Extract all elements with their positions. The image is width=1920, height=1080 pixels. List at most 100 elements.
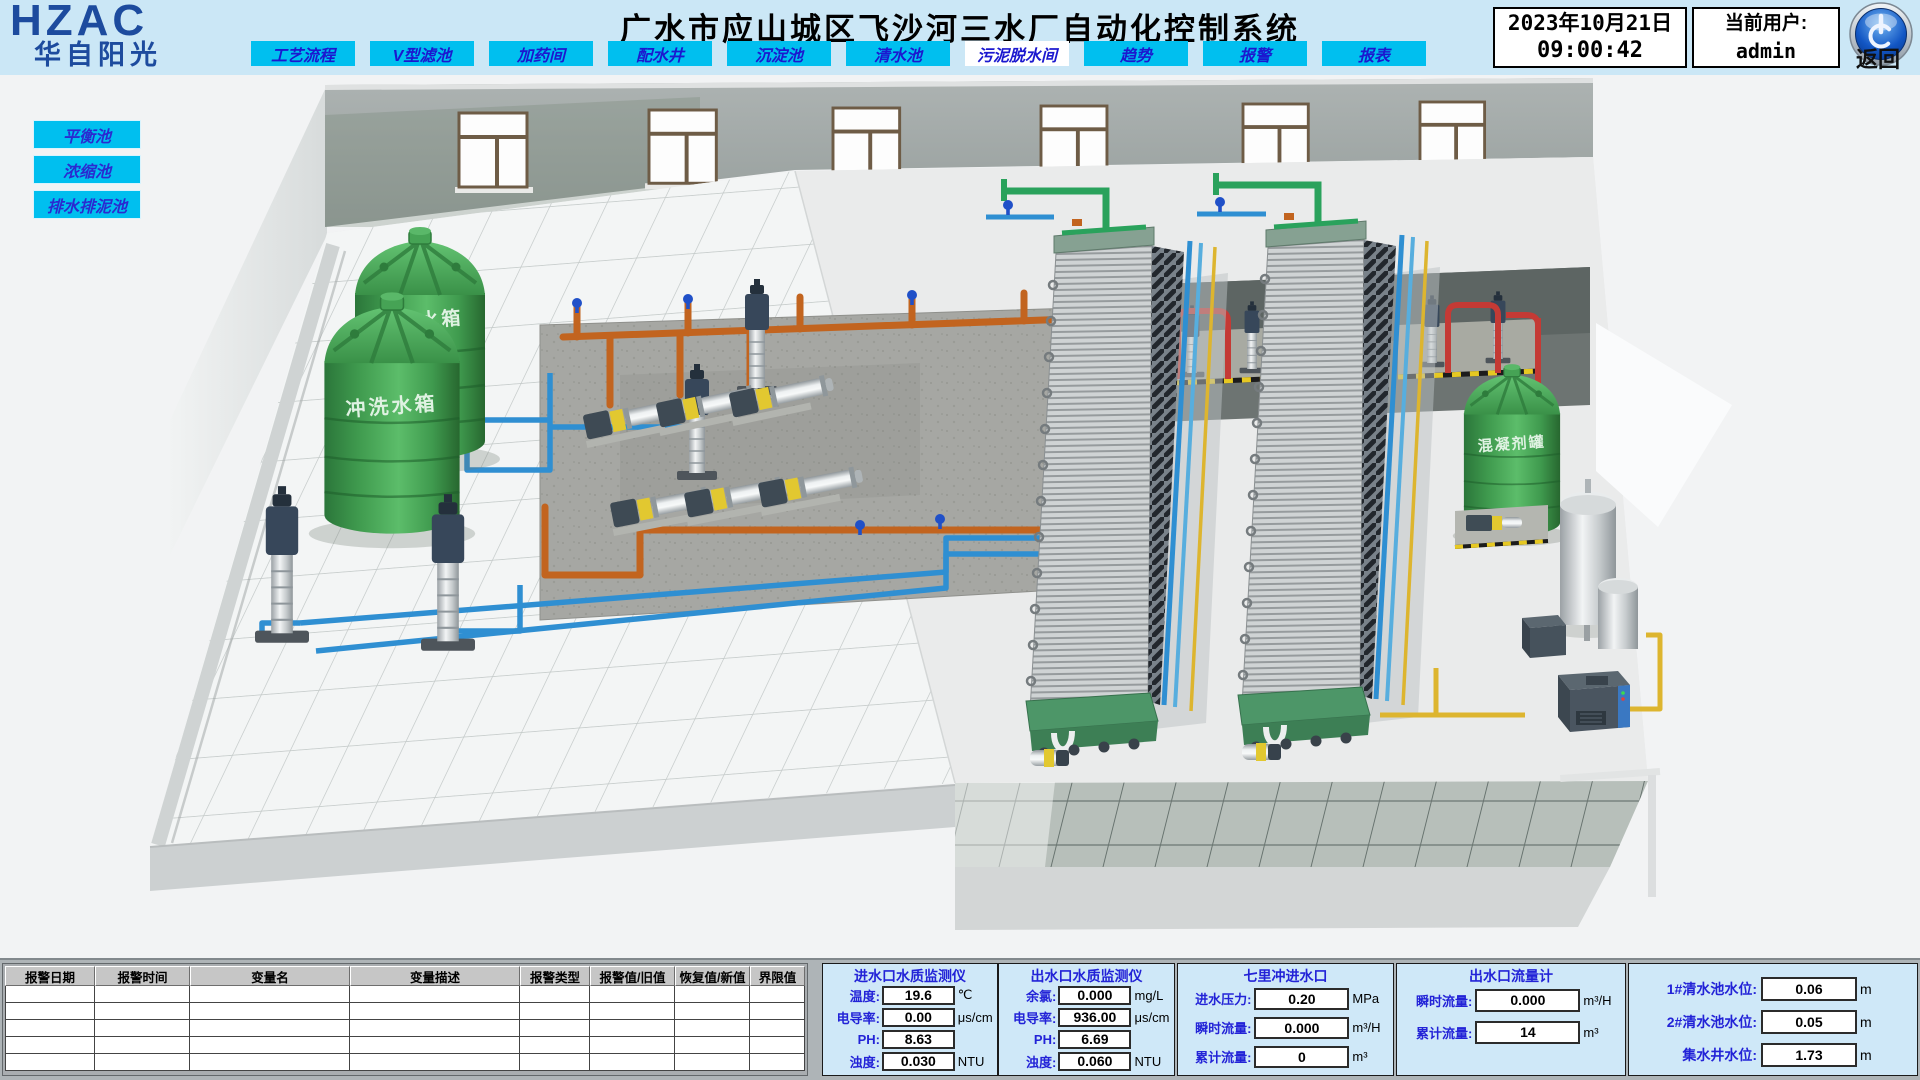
tab-trend[interactable]: 趋势 bbox=[1084, 41, 1188, 66]
alarm-cell bbox=[95, 1054, 190, 1071]
alarm-cell bbox=[590, 1037, 675, 1054]
alarm-cell bbox=[675, 1003, 750, 1020]
field-label: PH: bbox=[857, 1031, 880, 1047]
alarm-cell bbox=[590, 1020, 675, 1037]
current-user-box: 当前用户: admin bbox=[1692, 7, 1840, 68]
unit-label: NTU bbox=[1134, 1053, 1162, 1069]
value-readout: 0.060 bbox=[1058, 1051, 1132, 1071]
value-readout: 8.63 bbox=[881, 1029, 955, 1049]
alarm-cell bbox=[5, 1020, 95, 1037]
alarm-cell bbox=[675, 1020, 750, 1037]
alarm-cell bbox=[750, 1003, 805, 1020]
value-readout: 0 bbox=[1254, 1045, 1350, 1068]
alarm-col-type: 报警类型 bbox=[520, 966, 590, 986]
alarm-cell bbox=[520, 1037, 590, 1054]
value-readout: 0.06 bbox=[1761, 976, 1857, 1001]
alarm-cell bbox=[520, 986, 590, 1003]
tab-dosing-room[interactable]: 加药间 bbox=[489, 41, 593, 66]
field-label: 浊度: bbox=[1025, 1054, 1057, 1070]
tab-clear-water[interactable]: 清水池 bbox=[846, 41, 950, 66]
value-readout: 936.00 bbox=[1058, 1007, 1132, 1027]
field-label: 余氯: bbox=[1025, 988, 1057, 1004]
field-label: 温度: bbox=[849, 988, 880, 1004]
user-label: 当前用户: bbox=[1724, 13, 1808, 34]
outlet-flowmeter-panel: 出水口流量计 瞬时流量: 0.000 m³/H 累计流量: 14 m³ bbox=[1396, 963, 1626, 1076]
field-label: 1#清水池水位: bbox=[1666, 980, 1757, 997]
unit-label: m³/H bbox=[1583, 992, 1612, 1008]
datetime-box: 2023年10月21日 09:00:42 bbox=[1493, 7, 1687, 68]
alarm-cell bbox=[190, 1054, 350, 1071]
field-label: 累计流量: bbox=[1415, 1025, 1473, 1041]
alarm-cell bbox=[750, 986, 805, 1003]
unit-label: m bbox=[1860, 1013, 1872, 1030]
unit-label: MPa bbox=[1352, 991, 1380, 1006]
outlet-quality-panel: 出水口水质监测仪 余氯: 0.000 mg/L 电导率: 936.00 μs/cm PH… bbox=[998, 963, 1175, 1076]
value-readout: 0.05 bbox=[1761, 1009, 1857, 1034]
unit-label: m bbox=[1860, 980, 1872, 997]
alarm-cell bbox=[190, 1037, 350, 1054]
tab-process-flow[interactable]: 工艺流程 bbox=[251, 41, 355, 66]
plant-3d-svg: 压榨水箱 冲洗水箱 bbox=[0, 75, 1920, 958]
qilichong-intake-panel: 七里冲进水口 进水压力: 0.20 MPa 瞬时流量: 0.000 m³/H 累计流量:… bbox=[1177, 963, 1394, 1076]
header-bar: HZAC 华自阳光 广水市应山城区飞沙河三水厂自动化控制系统 工艺流程 V型滤池… bbox=[0, 0, 1920, 75]
tab-report[interactable]: 报表 bbox=[1322, 41, 1426, 66]
unit-label: m³ bbox=[1583, 1024, 1599, 1040]
alarm-cell bbox=[350, 986, 520, 1003]
tab-distribution-well[interactable]: 配水井 bbox=[608, 41, 712, 66]
tab-v-filter[interactable]: V型滤池 bbox=[370, 41, 474, 66]
sidebar-button-balance-tank[interactable]: 平衡池 bbox=[33, 120, 141, 149]
value-readout: 0.000 bbox=[1254, 1016, 1350, 1039]
tab-sludge-dewatering[interactable]: 污泥脱水间 bbox=[965, 41, 1069, 66]
alarm-cell bbox=[190, 1020, 350, 1037]
alarm-cell bbox=[95, 1037, 190, 1054]
alarm-cell bbox=[5, 986, 95, 1003]
panel-title: 出水口水质监测仪 bbox=[1030, 968, 1143, 984]
alarm-cell bbox=[590, 1003, 675, 1020]
alarm-col-alarmvalue: 报警值/旧值 bbox=[590, 966, 675, 986]
alarm-cell bbox=[750, 1054, 805, 1071]
alarm-cell bbox=[590, 986, 675, 1003]
field-label: 浊度: bbox=[849, 1054, 880, 1070]
alarm-cell bbox=[95, 1003, 190, 1020]
panel-title: 进水口水质监测仪 bbox=[854, 968, 966, 984]
alarm-cell bbox=[190, 986, 350, 1003]
alarm-col-limit: 界限值 bbox=[750, 966, 805, 986]
brand-logo: HZAC bbox=[10, 0, 149, 45]
alarm-cell bbox=[350, 1003, 520, 1020]
field-label: PH: bbox=[1033, 1031, 1057, 1047]
time-text: 09:00:42 bbox=[1537, 38, 1643, 63]
field-label: 2#清水池水位: bbox=[1666, 1013, 1757, 1030]
value-readout: 0.20 bbox=[1254, 987, 1350, 1010]
unit-label: m³ bbox=[1352, 1049, 1368, 1064]
tab-sedimentation[interactable]: 沉淀池 bbox=[727, 41, 831, 66]
brand-logo-sub: 华自阳光 bbox=[34, 40, 162, 70]
field-label: 瞬时流量: bbox=[1415, 993, 1473, 1009]
value-readout: 14 bbox=[1475, 1020, 1581, 1044]
transfer-pump bbox=[1454, 505, 1549, 549]
unit-label: NTU bbox=[957, 1053, 985, 1069]
alarm-cell bbox=[95, 1020, 190, 1037]
tab-alarm[interactable]: 报警 bbox=[1203, 41, 1307, 66]
alarm-col-vardesc: 变量描述 bbox=[350, 966, 520, 986]
panel-title: 出水口流量计 bbox=[1469, 968, 1553, 984]
value-readout: 0.030 bbox=[881, 1051, 955, 1071]
sidebar-button-thickener-tank[interactable]: 浓缩池 bbox=[33, 155, 141, 184]
alarm-cell bbox=[520, 1054, 590, 1071]
sidebar-button-drain-sludge-tank[interactable]: 排水排泥池 bbox=[33, 190, 141, 219]
unit-label: m³/H bbox=[1352, 1020, 1381, 1035]
alarm-cell bbox=[350, 1020, 520, 1037]
value-readout: 6.69 bbox=[1058, 1029, 1132, 1049]
alarm-col-time: 报警时间 bbox=[95, 966, 190, 986]
hmi-screen: HZAC 华自阳光 广水市应山城区飞沙河三水厂自动化控制系统 工艺流程 V型滤池… bbox=[0, 0, 1920, 1080]
field-label: 进水压力: bbox=[1195, 992, 1252, 1007]
alarm-cell bbox=[750, 1037, 805, 1054]
user-value: admin bbox=[1735, 39, 1797, 63]
back-button[interactable]: 返回 bbox=[1856, 42, 1900, 74]
alarm-cell bbox=[675, 1054, 750, 1071]
alarm-cell bbox=[5, 1054, 95, 1071]
unit-label: mg/L bbox=[1134, 987, 1164, 1003]
alarm-cell bbox=[190, 1003, 350, 1020]
value-readout: 1.73 bbox=[1761, 1042, 1857, 1067]
alarm-col-varname: 变量名 bbox=[190, 966, 350, 986]
plant-3d-view: 压榨水箱 冲洗水箱 bbox=[0, 75, 1920, 958]
